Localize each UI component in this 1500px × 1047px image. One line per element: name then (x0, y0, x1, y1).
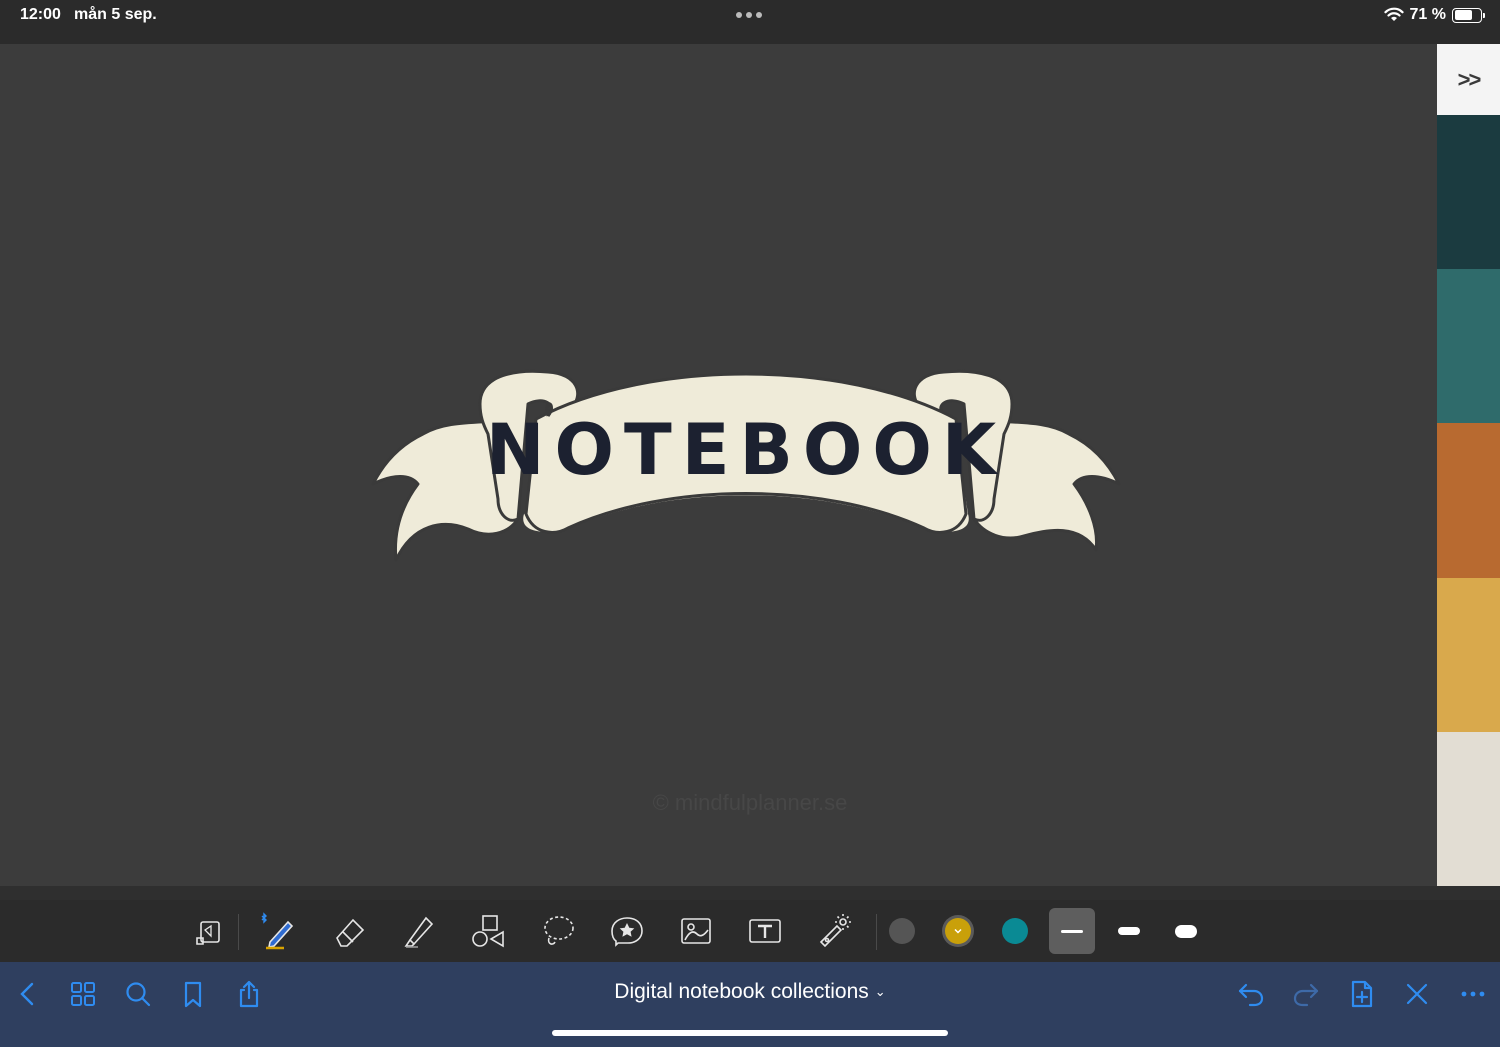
status-date: mån 5 sep. (74, 6, 157, 23)
pen-icon[interactable] (256, 910, 298, 952)
more-button[interactable] (1455, 976, 1491, 1012)
tool-bar (0, 900, 1500, 962)
home-indicator[interactable] (552, 1030, 948, 1036)
color-swatch-teal[interactable] (1002, 918, 1028, 944)
notebook-banner: NOTEBOOK (371, 369, 1121, 562)
navigation-bar: Digital notebook collections ⌄ (0, 962, 1500, 1047)
section-tabs: >> (1437, 44, 1500, 887)
section-tab-2[interactable] (1437, 269, 1500, 424)
add-page-icon (1351, 980, 1373, 1008)
stroke-thick-button[interactable] (1163, 908, 1209, 954)
document-title: Digital notebook collections (614, 980, 869, 1003)
stroke-medium-button[interactable] (1106, 908, 1152, 954)
sticker-icon[interactable] (606, 910, 648, 952)
collapse-tabs-button[interactable]: >> (1437, 44, 1500, 115)
add-page-button[interactable] (1344, 976, 1380, 1012)
tool-divider (238, 914, 239, 950)
undo-button[interactable] (1233, 976, 1269, 1012)
color-swatch-yellow[interactable] (945, 918, 971, 944)
notebook-page[interactable]: NOTEBOOK (0, 44, 1437, 886)
tool-divider (876, 914, 877, 950)
section-tab-3[interactable] (1437, 423, 1500, 578)
lasso-icon[interactable] (537, 910, 579, 952)
section-tab-4[interactable] (1437, 577, 1500, 732)
wifi-icon (1383, 7, 1404, 21)
status-right: 71 % (1383, 6, 1485, 24)
undo-icon (1238, 983, 1264, 1007)
text-icon[interactable] (744, 910, 786, 952)
status-time: 12:00 (20, 6, 61, 23)
status-bar: 12:00 mån 5 sep. 71 % (0, 0, 1500, 44)
watermark: © mindfulplanner.se (652, 790, 848, 815)
redo-button[interactable] (1288, 976, 1324, 1012)
image-icon[interactable] (675, 910, 717, 952)
battery-percent: 71 % (1409, 6, 1446, 23)
document-title-button[interactable]: Digital notebook collections ⌄ (0, 980, 1500, 1004)
chevron-down-icon: ⌄ (874, 984, 886, 1000)
chevron-down-icon (954, 928, 962, 934)
section-tab-5[interactable] (1437, 731, 1500, 887)
shapes-icon[interactable] (467, 910, 509, 952)
eraser-icon[interactable] (329, 910, 371, 952)
laser-pointer-icon[interactable] (813, 910, 855, 952)
highlighter-icon[interactable] (398, 910, 440, 952)
close-toolbar-button[interactable] (1399, 976, 1435, 1012)
banner-title: NOTEBOOK (486, 409, 1006, 491)
multitasking-dots-icon[interactable] (736, 12, 762, 18)
stroke-thin-button[interactable] (1049, 908, 1095, 954)
battery-icon (1452, 7, 1485, 23)
more-icon (1461, 991, 1485, 997)
canvas-bottom-edge (0, 886, 1500, 900)
redo-icon (1293, 983, 1319, 1007)
color-swatch-gray[interactable] (889, 918, 915, 944)
section-tab-1[interactable] (1437, 115, 1500, 270)
page-view-icon[interactable] (189, 910, 231, 952)
pen-off-icon (1406, 983, 1428, 1005)
